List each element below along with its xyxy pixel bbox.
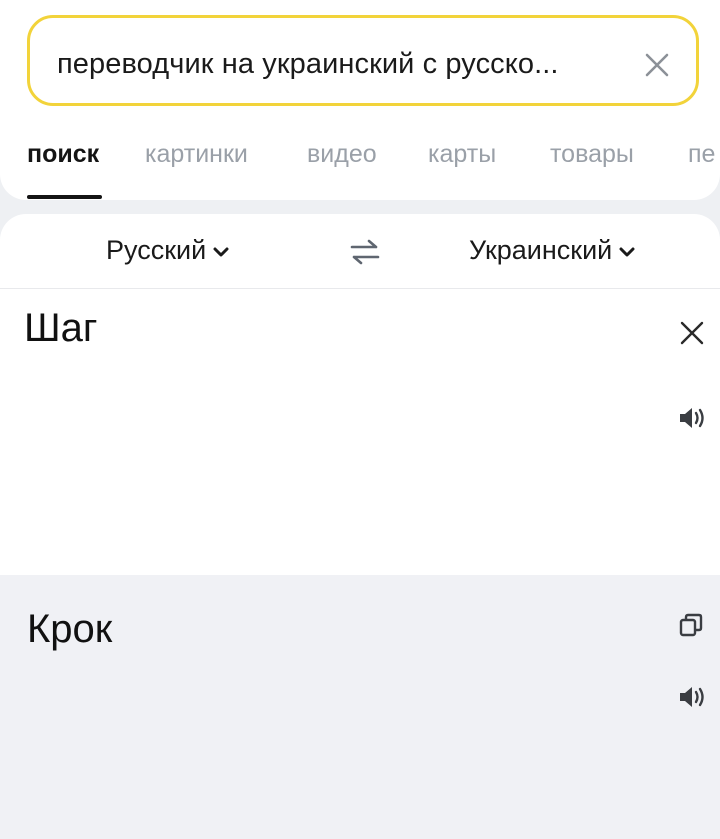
swap-arrows-icon [350,239,380,265]
copy-button[interactable] [679,613,703,642]
swap-languages-button[interactable] [349,236,381,268]
tab-products[interactable]: товары [550,140,634,169]
search-tabs: поиск картинки видео карты товары пе [0,128,720,200]
target-language-select[interactable]: Украинский [469,235,636,266]
chevron-down-icon [619,247,635,257]
source-language-label: Русский [106,235,207,265]
target-language-label: Украинский [469,235,613,265]
chevron-down-icon [213,247,229,257]
translation-result: Крок [0,575,720,839]
source-language-select[interactable]: Русский [106,235,230,266]
close-icon[interactable] [643,51,671,79]
source-speak-button[interactable] [678,406,708,435]
tab-maps[interactable]: карты [428,140,496,169]
speaker-icon [680,408,704,428]
close-icon [680,321,704,345]
active-tab-indicator [27,195,102,199]
translator-widget: Русский Украинский Шаг Крок [0,214,720,839]
clear-input-button[interactable] [679,320,705,351]
speaker-icon [680,687,704,707]
search-query-text[interactable]: переводчик на украинский с русско... [57,48,617,81]
tab-search[interactable]: поиск [27,140,99,169]
search-input[interactable]: переводчик на украинский с русско... [27,15,699,106]
search-header: переводчик на украинский с русско... пои… [0,0,720,200]
copy-icon [679,613,703,637]
result-speak-button[interactable] [678,685,708,714]
translation-result-text: Крок [27,607,113,651]
source-text-input[interactable]: Шаг [24,306,98,351]
tab-video[interactable]: видео [307,140,377,169]
tab-images[interactable]: картинки [145,140,248,169]
tab-more[interactable]: пе [688,140,715,169]
language-bar: Русский Украинский [0,214,720,289]
